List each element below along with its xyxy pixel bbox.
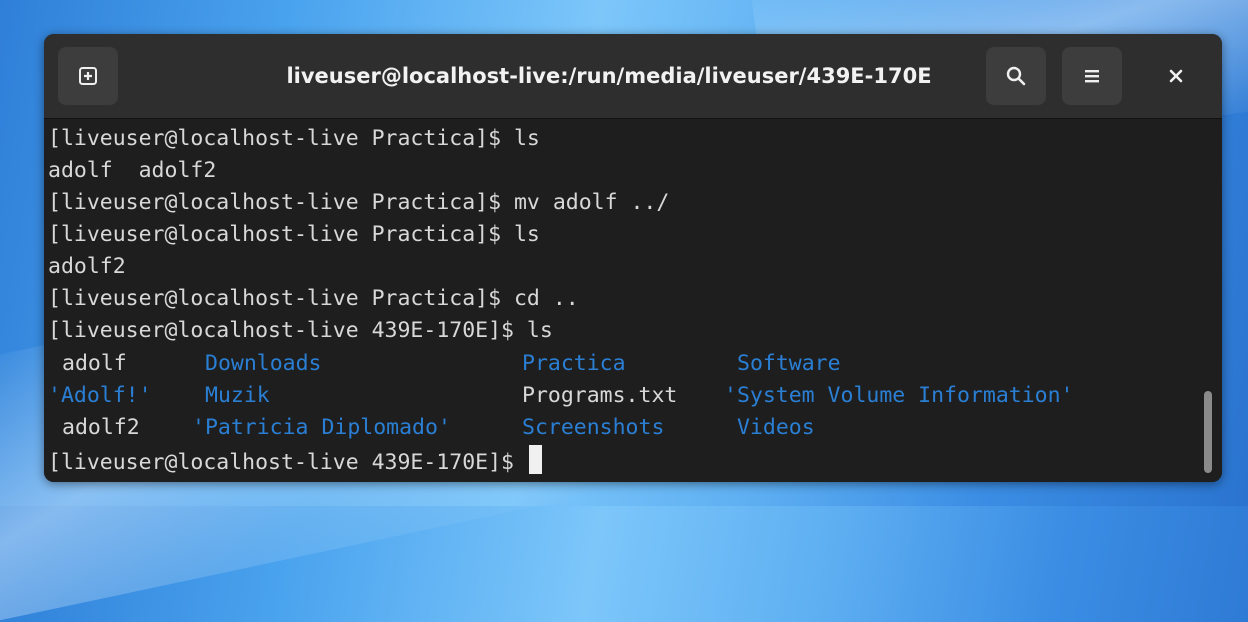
terminal-line: adolf adolf2 [48,158,217,183]
terminal-line: [liveuser@localhost-live Practica]$ mv a… [48,190,670,215]
terminal-line: [liveuser@localhost-live 439E-170E]$ ls [48,318,553,343]
header-bar: liveuser@localhost-live:/run/media/liveu… [44,34,1222,119]
search-button[interactable] [986,47,1046,105]
terminal-line: [liveuser@localhost-live Practica]$ ls [48,222,540,247]
terminal-line: [liveuser@localhost-live Practica]$ ls [48,126,540,151]
listing-entry: Programs.txt [522,383,678,408]
new-tab-button[interactable] [58,47,118,105]
prompt: [liveuser@localhost-live 439E-170E]$ [48,450,527,475]
window-title: liveuser@localhost-live:/run/media/liveu… [286,64,932,88]
listing-entry-directory: Videos [737,415,815,440]
listing-entry-directory: 'System Volume Information' [724,383,1074,408]
listing-entry-directory: Downloads [205,351,322,376]
listing-entry-directory: Muzik [205,383,270,408]
hamburger-menu-icon [1085,70,1099,83]
terminal-window: liveuser@localhost-live:/run/media/liveu… [44,34,1222,482]
terminal-prompt-line: [liveuser@localhost-live 439E-170E]$ [48,445,542,477]
close-icon [1169,69,1183,83]
listing-entry-directory: Practica [522,351,626,376]
close-button[interactable] [1156,56,1196,96]
search-icon [1006,66,1026,86]
listing-entry-directory: Screenshots [522,415,665,440]
terminal-output[interactable]: [liveuser@localhost-live Practica]$ ls a… [44,119,1222,482]
text-cursor [528,445,542,474]
listing-entry-directory: 'Adolf!' [48,383,152,408]
menu-button[interactable] [1062,47,1122,105]
listing-entry-directory: 'Patricia Diplomado' [192,415,451,440]
listing-entry: adolf [62,351,127,376]
scrollbar[interactable] [1204,391,1212,473]
terminal-line: [liveuser@localhost-live Practica]$ cd .… [48,286,579,311]
listing-entry: adolf2 [62,415,140,440]
terminal-line: adolf2 [48,254,126,279]
listing-entry-directory: Software [737,351,841,376]
new-tab-icon [79,67,97,85]
